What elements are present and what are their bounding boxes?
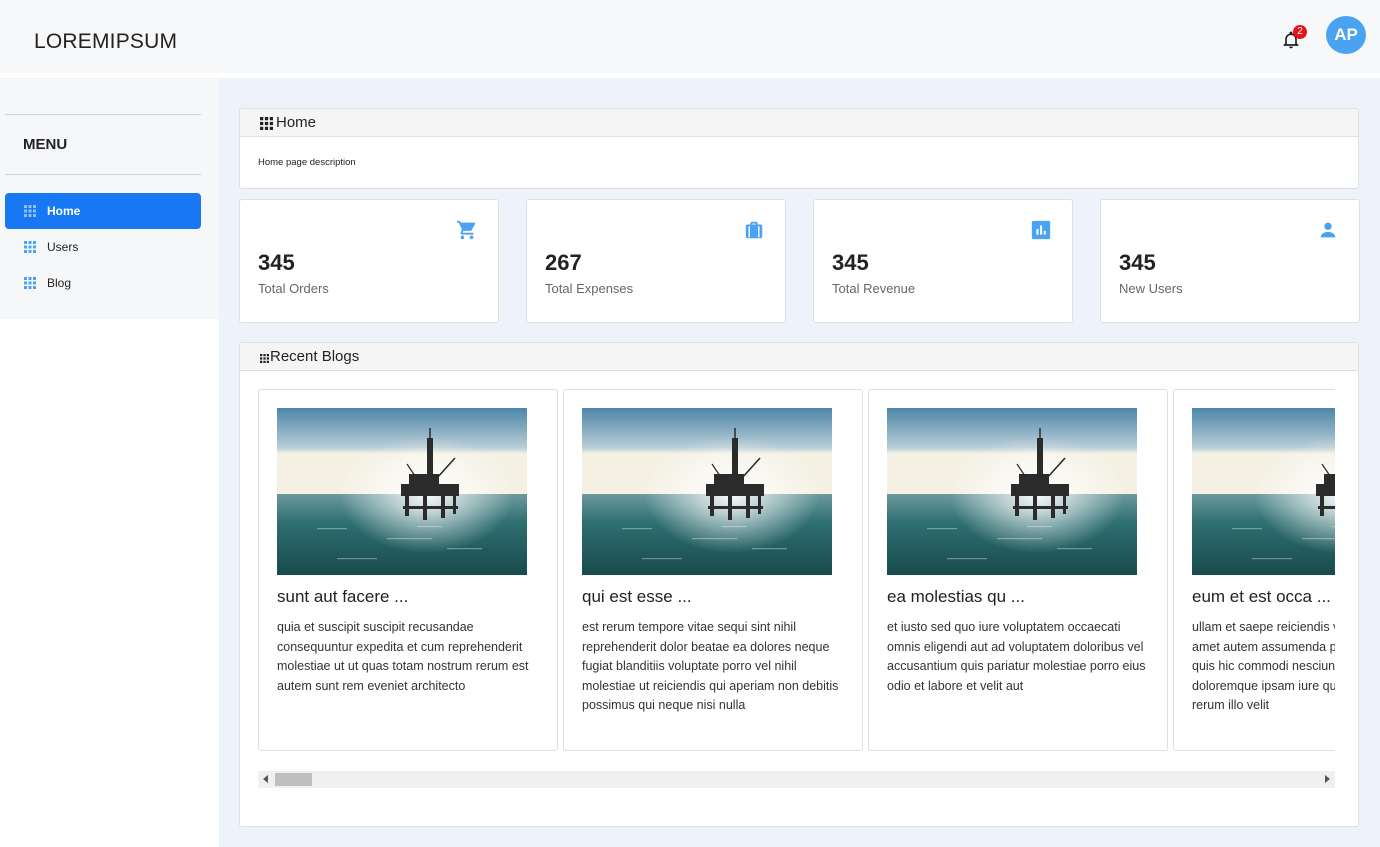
stat-label: Total Expenses	[545, 281, 634, 296]
grid-icon	[24, 241, 36, 253]
menu-title: MENU	[23, 136, 68, 153]
stat-card-total-revenue[interactable]: 345 Total Revenue	[813, 199, 1073, 323]
stat-value: 345	[258, 250, 295, 275]
blog-card[interactable]: ea molestias qu ... et iusto sed quo iur…	[868, 389, 1168, 751]
blog-card[interactable]: eum et est occa ... ullam et saepe reici…	[1173, 389, 1335, 751]
stat-card-total-expenses[interactable]: 267 Total Expenses	[526, 199, 786, 323]
grid-icon	[260, 117, 273, 130]
sidebar-item-label: Blog	[47, 276, 72, 290]
scroll-left-arrow-icon[interactable]	[263, 775, 268, 783]
recent-blogs-header: Recent Blogs	[240, 343, 1358, 371]
blog-image	[277, 408, 527, 575]
stat-label: New Users	[1119, 281, 1183, 296]
sidebar-item-users[interactable]: Users	[5, 229, 201, 265]
home-panel: Home Home page description	[239, 108, 1359, 189]
blog-title[interactable]: sunt aut facere ...	[277, 587, 547, 607]
stat-value: 345	[832, 250, 869, 275]
blog-title[interactable]: ea molestias qu ...	[887, 587, 1157, 607]
scroll-right-arrow-icon[interactable]	[1325, 775, 1330, 783]
sidebar-item-blog[interactable]: Blog	[5, 265, 201, 301]
blog-card[interactable]: sunt aut facere ... quia et suscipit sus…	[258, 389, 558, 751]
user-icon	[1320, 222, 1336, 238]
home-panel-header: Home	[240, 109, 1358, 137]
sidebar-item-label: Users	[47, 240, 79, 254]
sidebar-item-label: Home	[47, 204, 81, 218]
stat-card-total-orders[interactable]: 345 Total Orders	[239, 199, 499, 323]
horizontal-scrollbar[interactable]	[258, 771, 1335, 788]
notification-badge: 2	[1293, 25, 1307, 39]
grid-icon	[24, 205, 36, 217]
stat-value: 345	[1119, 250, 1156, 275]
stat-label: Total Revenue	[832, 281, 916, 296]
stat-label: Total Orders	[258, 281, 329, 296]
sidebar: MENU Home Users Blog	[0, 78, 219, 319]
cart-icon	[456, 220, 476, 240]
avatar[interactable]: AP	[1326, 16, 1366, 54]
blog-title[interactable]: eum et est occa ...	[1192, 587, 1335, 607]
blog-image	[1192, 408, 1335, 575]
page-description: Home page description	[258, 157, 356, 168]
blog-title[interactable]: qui est esse ...	[582, 587, 852, 607]
stat-value: 267	[545, 250, 582, 275]
bar-chart-icon	[1031, 220, 1051, 240]
sidebar-item-home[interactable]: Home	[5, 193, 201, 229]
sidebar-divider	[5, 114, 201, 115]
sidebar-divider	[5, 174, 201, 175]
blog-excerpt: quia et suscipit suscipit recusandae con…	[277, 620, 529, 693]
scrollbar-thumb[interactable]	[275, 773, 312, 786]
brand-logo[interactable]: LOREMIPSUM	[34, 30, 177, 54]
blog-card[interactable]: qui est esse ... est rerum tempore vitae…	[563, 389, 863, 751]
blog-carousel[interactable]: sunt aut facere ... quia et suscipit sus…	[258, 389, 1335, 751]
briefcase-icon	[745, 221, 763, 239]
stat-card-new-users[interactable]: 345 New Users	[1100, 199, 1360, 323]
blog-image	[887, 408, 1137, 575]
recent-blogs-panel: Recent Blogs sunt aut facere ... quia et…	[239, 342, 1359, 827]
blog-excerpt: ullam et saepe reiciendis voluptatem adi…	[1192, 620, 1335, 713]
grid-icon	[260, 354, 269, 363]
blog-image	[582, 408, 832, 575]
top-bar: LOREMIPSUM 2 AP	[0, 0, 1380, 73]
blog-excerpt: est rerum tempore vitae sequi sint nihil…	[582, 620, 839, 713]
section-title: Recent Blogs	[270, 348, 360, 365]
blog-excerpt: et iusto sed quo iure voluptatem occaeca…	[887, 620, 1146, 693]
grid-icon	[24, 277, 36, 289]
page-title: Home	[276, 114, 317, 131]
